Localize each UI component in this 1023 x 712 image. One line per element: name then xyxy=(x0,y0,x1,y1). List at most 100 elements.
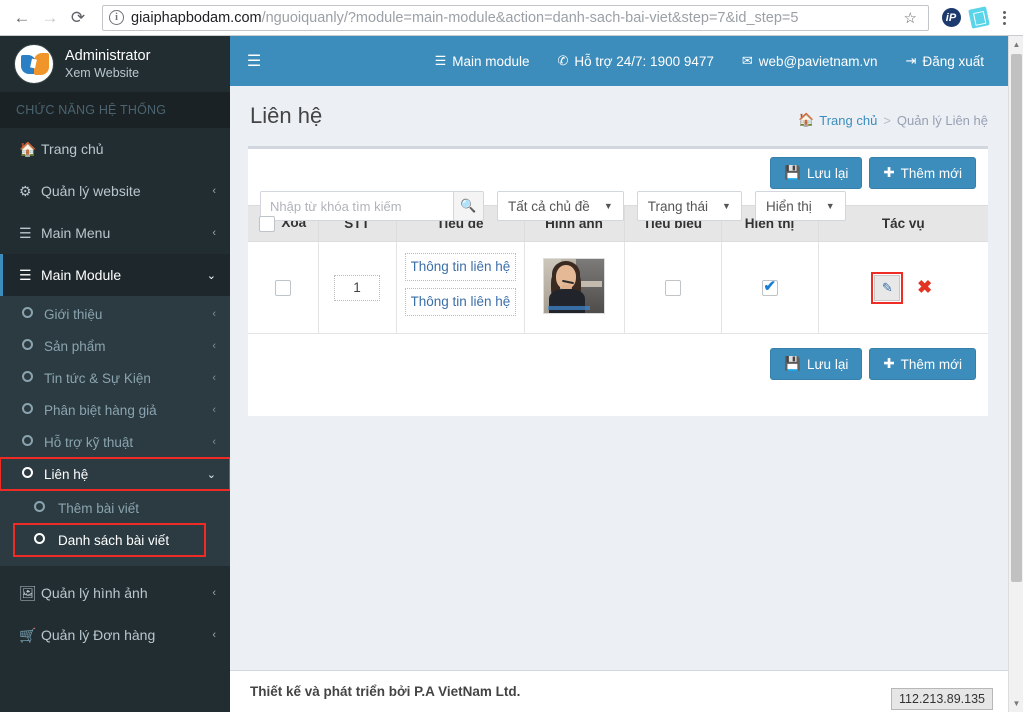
back-button[interactable]: ← xyxy=(8,4,36,32)
row-delete-checkbox[interactable] xyxy=(274,279,291,296)
scroll-down-arrow[interactable]: ▼ xyxy=(1009,695,1023,712)
submenu-item-san-pham[interactable]: Sản phẩm ‹ xyxy=(0,330,230,362)
search-button[interactable]: 🔍 xyxy=(453,192,483,220)
url-host: giaiphapbodam.com xyxy=(131,9,262,26)
chevron-left-icon: ‹ xyxy=(212,436,216,448)
search-input[interactable] xyxy=(261,192,453,220)
submenu-item-label: Tin tức & Sự Kiện xyxy=(44,370,151,386)
chevron-left-icon: ‹ xyxy=(212,227,216,239)
submenu-item-phan-biet-hang-gia[interactable]: Phân biệt hàng giả ‹ xyxy=(0,394,230,426)
title-input-1[interactable] xyxy=(404,252,516,281)
url-path: /nguoiquanly/?module=main-module&action=… xyxy=(261,9,799,26)
forward-button[interactable]: → xyxy=(36,4,64,32)
sidebar-item-main-module[interactable]: ☰ Main Module ⌄ xyxy=(0,254,230,296)
chevron-down-icon: ⌄ xyxy=(206,269,216,282)
site-info-icon[interactable]: i xyxy=(109,10,124,25)
content-header: Liên hệ 🏠 Trang chủ > Quản lý Liên hệ xyxy=(230,86,1008,141)
address-bar[interactable]: i giaiphapbodam.com/nguoiquanly/?module=… xyxy=(102,4,929,31)
add-new-button-top[interactable]: ✚ Thêm mới xyxy=(869,157,976,189)
contact-thumbnail[interactable] xyxy=(543,258,605,314)
submenu-item-label: Sản phẩm xyxy=(44,338,106,354)
sidebar-item-label: Trang chủ xyxy=(41,141,104,157)
sidebar-item-trang-chu[interactable]: 🏠 Trang chủ xyxy=(0,128,230,170)
reload-button[interactable]: ⟳ xyxy=(64,4,92,32)
circle-icon xyxy=(34,501,58,515)
cell-image xyxy=(523,241,625,334)
save-button-top[interactable]: 💾 Lưu lại xyxy=(770,157,863,189)
extension-ip-icon[interactable]: iP xyxy=(939,6,963,30)
edit-icon[interactable]: ✎ xyxy=(871,271,904,304)
circle-icon xyxy=(34,533,58,547)
add-new-button-bottom[interactable]: ✚ Thêm mới xyxy=(869,348,976,380)
footer-text: Thiết kế và phát triển bởi P.A VietNam L… xyxy=(250,684,521,699)
circle-icon xyxy=(22,339,44,353)
chevron-left-icon: ‹ xyxy=(212,587,216,599)
sidebar-item-label: Quản lý website xyxy=(41,183,141,199)
submenu-item-them-bai-viet[interactable]: Thêm bài viết xyxy=(14,492,230,524)
search-icon: 🔍 xyxy=(460,198,477,213)
circle-icon xyxy=(22,435,44,449)
sidebar-item-quan-ly-don-hang[interactable]: 🛒 Quản lý Đơn hàng ‹ xyxy=(0,614,230,656)
extension-note-icon[interactable] xyxy=(967,6,991,30)
featured-checkbox[interactable] xyxy=(664,279,681,296)
topic-select[interactable]: Tất cả chủ đề ▼ xyxy=(497,191,624,221)
cell-visible xyxy=(720,241,819,334)
card-toolbar: 💾 Lưu lại ✚ Thêm mới 🔍 xyxy=(248,149,988,221)
delete-icon[interactable]: ✖ xyxy=(917,277,932,298)
save-button-bottom[interactable]: 💾 Lưu lại xyxy=(770,348,863,380)
user-panel[interactable]: Administrator Xem Website xyxy=(0,36,230,92)
home-icon: 🏠 xyxy=(19,140,37,157)
sidebar-item-label: Main Menu xyxy=(41,225,111,241)
image-icon: 🖼 xyxy=(19,584,37,601)
page-scrollbar[interactable]: ▲ ▼ xyxy=(1008,36,1023,712)
sidebar-section-header: CHỨC NĂNG HỆ THỐNG xyxy=(0,92,230,128)
title-input-2[interactable] xyxy=(404,287,516,316)
chevron-left-icon: ‹ xyxy=(212,404,216,416)
breadcrumb-home-label: Trang chủ xyxy=(819,112,878,128)
submenu-item-gioi-thieu[interactable]: Giới thiệu ‹ xyxy=(0,298,230,330)
submenu-item-label: Hỗ trợ kỹ thuật xyxy=(44,434,134,450)
submenu-item-ho-tro-ky-thuat[interactable]: Hỗ trợ kỹ thuật ‹ xyxy=(0,426,230,458)
ip-badge: 112.213.89.135 xyxy=(891,688,993,710)
topnav-item-email[interactable]: ✉ web@pavietnam.vn xyxy=(728,36,892,86)
hamburger-icon[interactable]: ☰ xyxy=(230,36,278,86)
chevron-left-icon: ‹ xyxy=(212,308,216,320)
display-select[interactable]: Hiển thị ▼ xyxy=(754,191,846,221)
submenu-children: Thêm bài viết Danh sách bài viết xyxy=(0,490,230,562)
topnav-item-support[interactable]: ✆ Hỗ trợ 24/7: 1900 9477 xyxy=(544,36,728,86)
add-new-button-label: Thêm mới xyxy=(900,165,962,181)
sidebar-item-main-menu[interactable]: ☰ Main Menu ‹ xyxy=(0,212,230,254)
submenu-item-danh-sach-bai-viet[interactable]: Danh sách bài viết xyxy=(13,523,206,557)
stt-input[interactable] xyxy=(334,274,380,301)
sidebar-item-quan-ly-website[interactable]: ⚙ Quản lý website ‹ xyxy=(0,170,230,212)
scroll-up-arrow[interactable]: ▲ xyxy=(1009,36,1023,53)
topnav-item-logout[interactable]: ⇥ Đăng xuất xyxy=(892,36,998,86)
logout-icon: ⇥ xyxy=(905,53,917,68)
bookmark-star-icon[interactable]: ☆ xyxy=(899,9,922,27)
browser-menu-icon[interactable] xyxy=(993,5,1015,31)
select-all-checkbox[interactable] xyxy=(259,215,276,232)
table-row: ✎ ✖ xyxy=(248,241,988,334)
submenu-item-lien-he[interactable]: Liên hệ ⌄ xyxy=(0,457,230,491)
scrollbar-thumb[interactable] xyxy=(1011,54,1022,582)
breadcrumb-separator: > xyxy=(883,112,891,128)
top-action-buttons: 💾 Lưu lại ✚ Thêm mới xyxy=(770,157,976,189)
status-select[interactable]: Trạng thái ▼ xyxy=(636,191,742,221)
topnav-item-label: Hỗ trợ 24/7: 1900 9477 xyxy=(574,53,714,69)
visible-checkbox[interactable] xyxy=(761,277,778,296)
topic-select-value: Tất cả chủ đề xyxy=(508,198,590,214)
circle-icon xyxy=(22,403,44,417)
dashboard-icon: ⚙ xyxy=(19,182,32,199)
avatar xyxy=(14,44,54,84)
status-select-value: Trạng thái xyxy=(647,198,709,214)
breadcrumb-current: Quản lý Liên hệ xyxy=(896,112,988,128)
plus-icon: ✚ xyxy=(883,356,895,371)
submenu-item-tin-tuc[interactable]: Tin tức & Sự Kiện ‹ xyxy=(0,362,230,394)
breadcrumb-home[interactable]: 🏠 Trang chủ xyxy=(798,112,877,128)
chevron-down-icon: ▼ xyxy=(722,201,731,211)
sidebar-item-quan-ly-hinh-anh[interactable]: 🖼 Quản lý hình ảnh ‹ xyxy=(0,572,230,614)
filter-row: 🔍 Tất cả chủ đề ▼ Trạng thái ▼ Hiển thị … xyxy=(260,191,846,221)
topnav-item-main-module[interactable]: ☰ Main module xyxy=(421,36,544,86)
home-icon: 🏠 xyxy=(798,112,815,127)
submenu-item-label: Liên hệ xyxy=(44,466,89,482)
